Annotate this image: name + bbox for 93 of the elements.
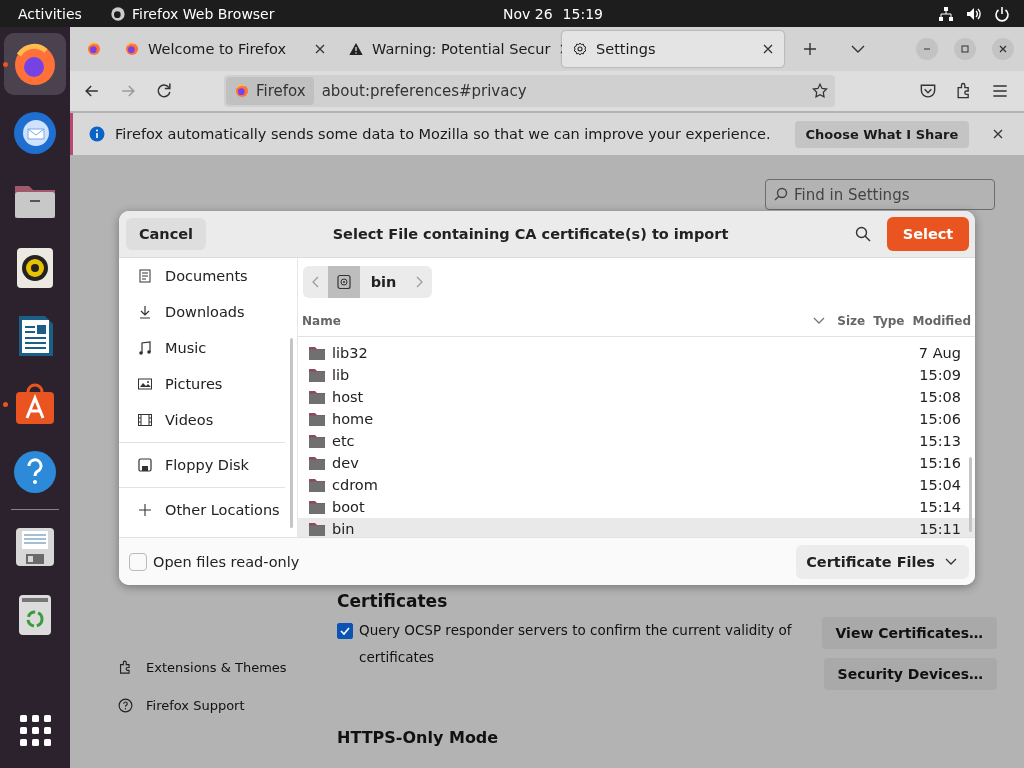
places-item[interactable]: Music [119, 330, 285, 366]
gear-icon [572, 41, 588, 57]
close-button[interactable] [992, 38, 1014, 60]
checkbox[interactable] [337, 623, 353, 639]
search-field[interactable]: Find in Settings [765, 179, 995, 210]
column-header[interactable]: Size [837, 314, 866, 328]
section-heading: HTTPS-Only Mode [337, 728, 500, 747]
checkbox-label: Query OCSP responder servers to confirm the current validity of certificates [359, 621, 793, 667]
folder-icon [308, 389, 326, 405]
sidebar-link[interactable]: Extensions & Themes [146, 660, 287, 675]
places-item[interactable]: Downloads [119, 294, 285, 330]
checkbox-label: Open files read-only [153, 553, 300, 570]
file-row[interactable]: lib 15:09 [298, 364, 975, 386]
picture-icon [137, 376, 153, 392]
file-row[interactable]: dev 15:16 [298, 452, 975, 474]
dialog-title: Select File containing CA certificate(s) to import [331, 226, 730, 242]
maximize-button[interactable] [954, 38, 976, 60]
browser-tab[interactable]: Welcome to Firefox [114, 31, 336, 67]
browser-tab[interactable]: Settings [562, 31, 784, 67]
checkbox[interactable] [129, 552, 147, 571]
running-indicator [3, 62, 8, 67]
search-icon[interactable] [855, 226, 871, 242]
address-bar[interactable]: Firefox about:preferences#privacy [224, 75, 835, 107]
places-item[interactable]: Floppy Disk [119, 447, 285, 483]
help-icon [117, 697, 134, 714]
choose-what-i-share-button[interactable]: Choose What I Share [794, 120, 970, 148]
folder-icon [308, 411, 326, 427]
date-label[interactable]: Nov 26 [503, 5, 553, 22]
file-row[interactable]: boot 15:14 [298, 496, 975, 518]
minimize-button[interactable] [916, 38, 938, 60]
folder-icon [308, 433, 326, 449]
firefox-logo-icon [124, 41, 140, 57]
file-row[interactable]: lib32 7 Aug [298, 342, 975, 364]
folder-icon [308, 345, 326, 361]
settings-button[interactable]: Security Devices… [823, 658, 997, 690]
close-icon[interactable] [762, 43, 774, 55]
search-icon [774, 187, 788, 201]
section-heading: Certificates [337, 591, 449, 611]
firefox-logo-icon [234, 83, 250, 99]
folder-icon [308, 521, 326, 537]
places-item[interactable]: Pictures [119, 366, 285, 402]
path-button[interactable] [328, 266, 361, 298]
firefox-logo-icon [110, 5, 126, 22]
file-row[interactable]: cdrom 15:04 [298, 474, 975, 496]
places-item[interactable]: Documents [119, 258, 285, 294]
select-button[interactable]: Select [887, 217, 969, 251]
info-icon [89, 126, 105, 142]
folder-icon [308, 367, 326, 383]
sort-chevron-icon[interactable] [813, 317, 826, 325]
url-text: about:preferences#privacy [321, 82, 528, 100]
running-indicator [3, 402, 8, 407]
places-item[interactable]: Videos [119, 402, 285, 438]
file-row[interactable]: bin 15:11 [298, 518, 975, 537]
app-menu-label[interactable]: Firefox Web Browser [132, 5, 275, 22]
download-icon [137, 304, 153, 320]
folder-icon [308, 499, 326, 515]
folder-icon [308, 477, 326, 493]
file-filter-dropdown[interactable]: Certificate Files [796, 544, 969, 579]
close-icon[interactable] [992, 128, 1004, 140]
star-icon[interactable] [811, 82, 829, 100]
settings-button[interactable]: View Certificates… [821, 617, 997, 649]
file-row[interactable]: home 15:06 [298, 408, 975, 430]
plus-icon [803, 42, 817, 56]
sidebar-link[interactable]: Firefox Support [146, 698, 245, 713]
close-icon[interactable] [314, 43, 326, 55]
maximize-icon [959, 43, 971, 55]
document-icon [137, 268, 153, 284]
folder-icon [308, 455, 326, 471]
column-header[interactable]: Modified [912, 314, 971, 328]
places-item[interactable]: Other Locations [119, 492, 285, 528]
music-note-icon [137, 340, 153, 356]
app-grid-icon[interactable] [19, 715, 51, 746]
chevron-left-icon [310, 276, 321, 288]
cancel-button[interactable]: Cancel [126, 218, 206, 250]
firefox-logo-icon [86, 41, 102, 57]
file-row[interactable]: etc 15:13 [298, 430, 975, 452]
network-icon[interactable] [938, 5, 954, 22]
plus-icon [137, 502, 153, 518]
film-icon [137, 412, 153, 428]
identity-button[interactable]: Firefox [226, 77, 314, 105]
help-icon [11, 448, 59, 496]
chevron-right-icon [414, 276, 425, 288]
column-header[interactable]: Name [302, 314, 814, 328]
activities-button[interactable]: Activities [18, 5, 110, 22]
notification-message: Firefox automatically sends some data to Mozilla so that we can improve your experience. [115, 126, 771, 142]
warning-icon [348, 41, 364, 57]
power-icon[interactable] [994, 5, 1010, 22]
dock-item[interactable] [4, 33, 66, 95]
time-label[interactable]: 15:19 [562, 5, 603, 22]
chevron-down-icon [945, 557, 957, 566]
column-header[interactable]: Type [873, 314, 905, 328]
file-row[interactable]: host 15:08 [298, 386, 975, 408]
close-icon [997, 43, 1009, 55]
